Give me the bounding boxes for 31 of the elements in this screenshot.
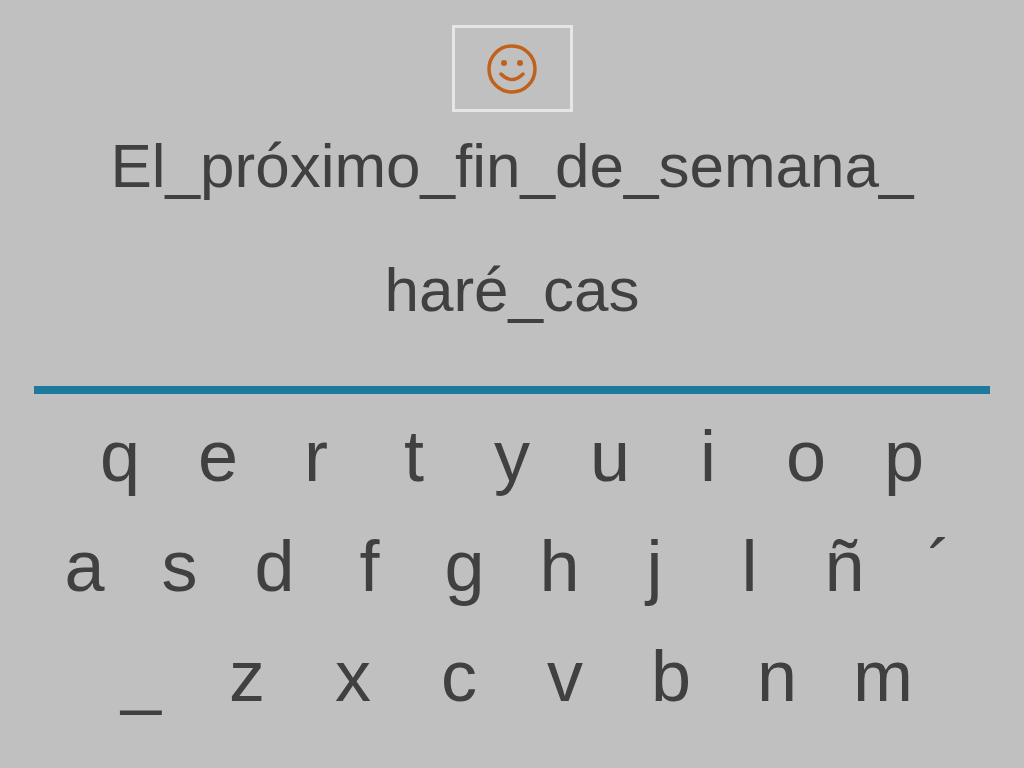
key-button[interactable]: h [512,526,607,606]
key-button[interactable]: u [561,416,659,496]
key-button[interactable]: i [659,416,757,496]
key-button[interactable]: t [365,416,463,496]
key-button[interactable]: a [37,526,132,606]
key-button[interactable]: r [267,416,365,496]
key-button[interactable]: f [322,526,417,606]
key-button[interactable]: g [417,526,512,606]
key-button[interactable]: ñ [797,526,892,606]
hint-button[interactable] [451,25,573,112]
sentence-text: haré_cas [384,254,640,326]
key-button[interactable]: m [830,636,936,716]
key-button[interactable]: p [855,416,953,496]
key-button[interactable]: ´ [892,526,987,606]
key-button[interactable]: b [618,636,724,716]
key-button[interactable]: j [607,526,702,606]
key-button[interactable]: z [194,636,300,716]
key-button[interactable]: d [227,526,322,606]
sentence-text: El_próximo_fin_de_semana_ [110,130,914,202]
key-button[interactable]: s [132,526,227,606]
key-button[interactable]: n [724,636,830,716]
key-button[interactable]: _ [88,636,194,716]
key-button[interactable]: c [406,636,512,716]
key-button[interactable]: o [757,416,855,496]
key-button[interactable]: x [300,636,406,716]
key-button[interactable]: q [71,416,169,496]
smiley-icon [486,42,538,95]
key-button[interactable]: e [169,416,267,496]
key-button[interactable]: v [512,636,618,716]
key-button[interactable]: y [463,416,561,496]
key-button[interactable]: l [702,526,797,606]
